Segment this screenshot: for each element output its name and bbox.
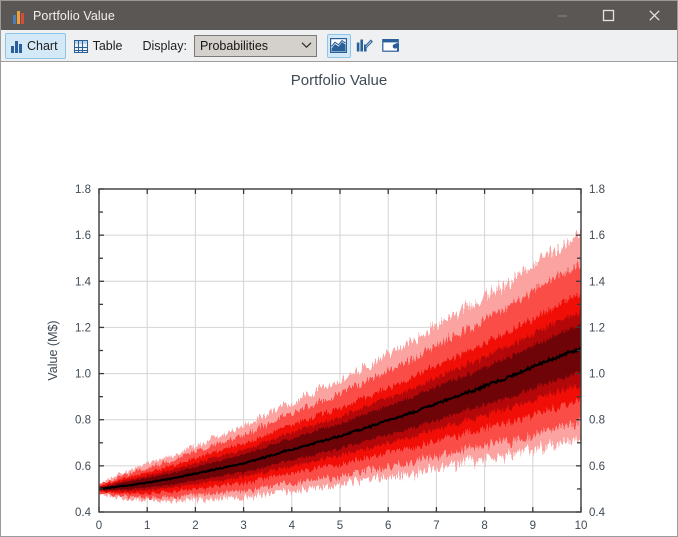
- line-chart-button[interactable]: [326, 33, 351, 58]
- svg-text:Value (M$): Value (M$): [46, 320, 60, 380]
- svg-text:1: 1: [144, 520, 150, 532]
- bar-chart-icon: [11, 39, 22, 53]
- minimize-icon: [557, 15, 567, 17]
- bar-chart-icon: [10, 8, 26, 24]
- window-title: Portfolio Value: [33, 8, 115, 23]
- display-select[interactable]: Probabilities: [193, 34, 317, 57]
- chart-settings-icon: [382, 39, 400, 52]
- svg-text:1.6: 1.6: [75, 230, 91, 242]
- svg-text:0: 0: [96, 520, 102, 532]
- svg-text:1.2: 1.2: [589, 322, 605, 334]
- svg-text:0.4: 0.4: [589, 507, 606, 519]
- svg-text:2: 2: [192, 520, 198, 532]
- edit-chart-icon: [357, 39, 374, 52]
- svg-text:5: 5: [337, 520, 343, 532]
- display-label: Display:: [142, 38, 187, 53]
- svg-text:1.8: 1.8: [75, 184, 91, 196]
- edit-chart-button[interactable]: [353, 34, 377, 58]
- chart-canvas: Portfolio Value 0.4 0.4 0.6 0.6 0.8 0.8 1.0 1.0…: [1, 62, 677, 536]
- chevron-down-icon: [301, 41, 312, 51]
- svg-text:0.6: 0.6: [75, 461, 91, 473]
- close-icon: [648, 10, 660, 21]
- svg-text:4: 4: [289, 520, 296, 532]
- svg-text:10: 10: [575, 520, 588, 532]
- chart-view-label: Chart: [27, 38, 58, 53]
- svg-text:1.2: 1.2: [75, 322, 91, 334]
- svg-text:1.0: 1.0: [589, 369, 605, 381]
- svg-text:8: 8: [481, 520, 487, 532]
- table-view-button[interactable]: Table: [68, 33, 131, 59]
- chart-view-button[interactable]: Chart: [5, 32, 66, 59]
- maximize-button[interactable]: [585, 1, 631, 30]
- svg-text:1.4: 1.4: [589, 276, 606, 288]
- chart-settings-button[interactable]: [379, 34, 403, 58]
- svg-text:1.4: 1.4: [75, 276, 92, 288]
- svg-text:0.6: 0.6: [589, 461, 605, 473]
- toolbar: Chart Table Display: Probabilities: [1, 30, 677, 62]
- line-chart-icon: [330, 38, 348, 53]
- table-grid-icon: [73, 39, 88, 53]
- svg-text:7: 7: [433, 520, 439, 532]
- display-select-value: Probabilities: [199, 38, 269, 53]
- title-bar: Portfolio Value: [1, 1, 677, 30]
- svg-text:9: 9: [530, 520, 536, 532]
- svg-text:3: 3: [240, 520, 246, 532]
- maximize-icon: [602, 9, 614, 22]
- svg-text:6: 6: [385, 520, 391, 532]
- application-window: Portfolio Value Chart Table Display: Pro…: [0, 0, 678, 537]
- close-button[interactable]: [631, 1, 677, 30]
- svg-text:0.8: 0.8: [75, 415, 91, 427]
- svg-text:1.6: 1.6: [589, 230, 605, 242]
- svg-text:0.8: 0.8: [589, 415, 605, 427]
- svg-text:1.0: 1.0: [75, 369, 91, 381]
- svg-text:1.8: 1.8: [589, 184, 605, 196]
- fan-chart-plot: 0.4 0.4 0.6 0.6 0.8 0.8 1.0 1.0 1.2 1.2 1.4 1.4 1.6 1…: [46, 184, 606, 532]
- window-controls: [539, 1, 677, 30]
- table-view-label: Table: [92, 38, 123, 53]
- minimize-button[interactable]: [539, 1, 585, 30]
- svg-text:0.4: 0.4: [75, 507, 92, 519]
